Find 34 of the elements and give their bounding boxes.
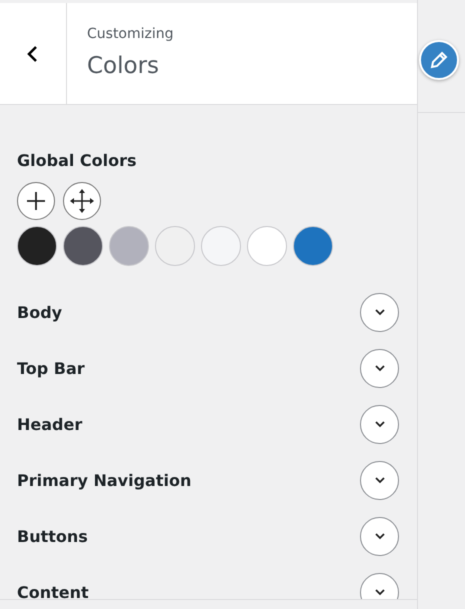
chevron-icon [374, 364, 386, 372]
expand-button[interactable] [360, 404, 399, 444]
chevron-icon [374, 532, 386, 540]
chevron-icon [374, 476, 386, 484]
add-button[interactable] [17, 182, 55, 220]
section-label[interactable]: Content [17, 582, 89, 599]
color-swatch[interactable] [201, 226, 241, 266]
section-label[interactable]: Top Bar [17, 358, 85, 378]
color-swatch[interactable] [17, 226, 57, 266]
move-button[interactable] [63, 182, 101, 220]
expand-button[interactable] [360, 348, 399, 388]
color-swatch[interactable] [155, 226, 195, 266]
section-label[interactable]: Buttons [17, 526, 88, 546]
chevron-icon [374, 588, 386, 596]
chevron-icon [374, 420, 386, 428]
back-icon [26, 44, 40, 64]
color-swatch[interactable] [293, 226, 333, 266]
pencil-icon [430, 51, 448, 69]
plus-icon [26, 191, 46, 211]
section-label[interactable]: Header [17, 414, 82, 434]
panel-title: Colors [87, 52, 160, 81]
color-swatch[interactable] [109, 226, 149, 266]
panel-subtitle: Customizing [87, 25, 174, 44]
chevron-icon [374, 308, 386, 316]
color-swatch[interactable] [247, 226, 287, 266]
section-heading: Global Colors [17, 150, 138, 172]
edit-button[interactable] [419, 40, 459, 80]
expand-button[interactable] [360, 516, 399, 556]
expand-button[interactable] [360, 460, 399, 500]
move-icon [69, 188, 95, 214]
expand-button[interactable] [360, 292, 399, 332]
section-label[interactable]: Body [17, 302, 62, 322]
section-label[interactable]: Primary Navigation [17, 470, 192, 490]
color-swatch[interactable] [63, 226, 103, 266]
